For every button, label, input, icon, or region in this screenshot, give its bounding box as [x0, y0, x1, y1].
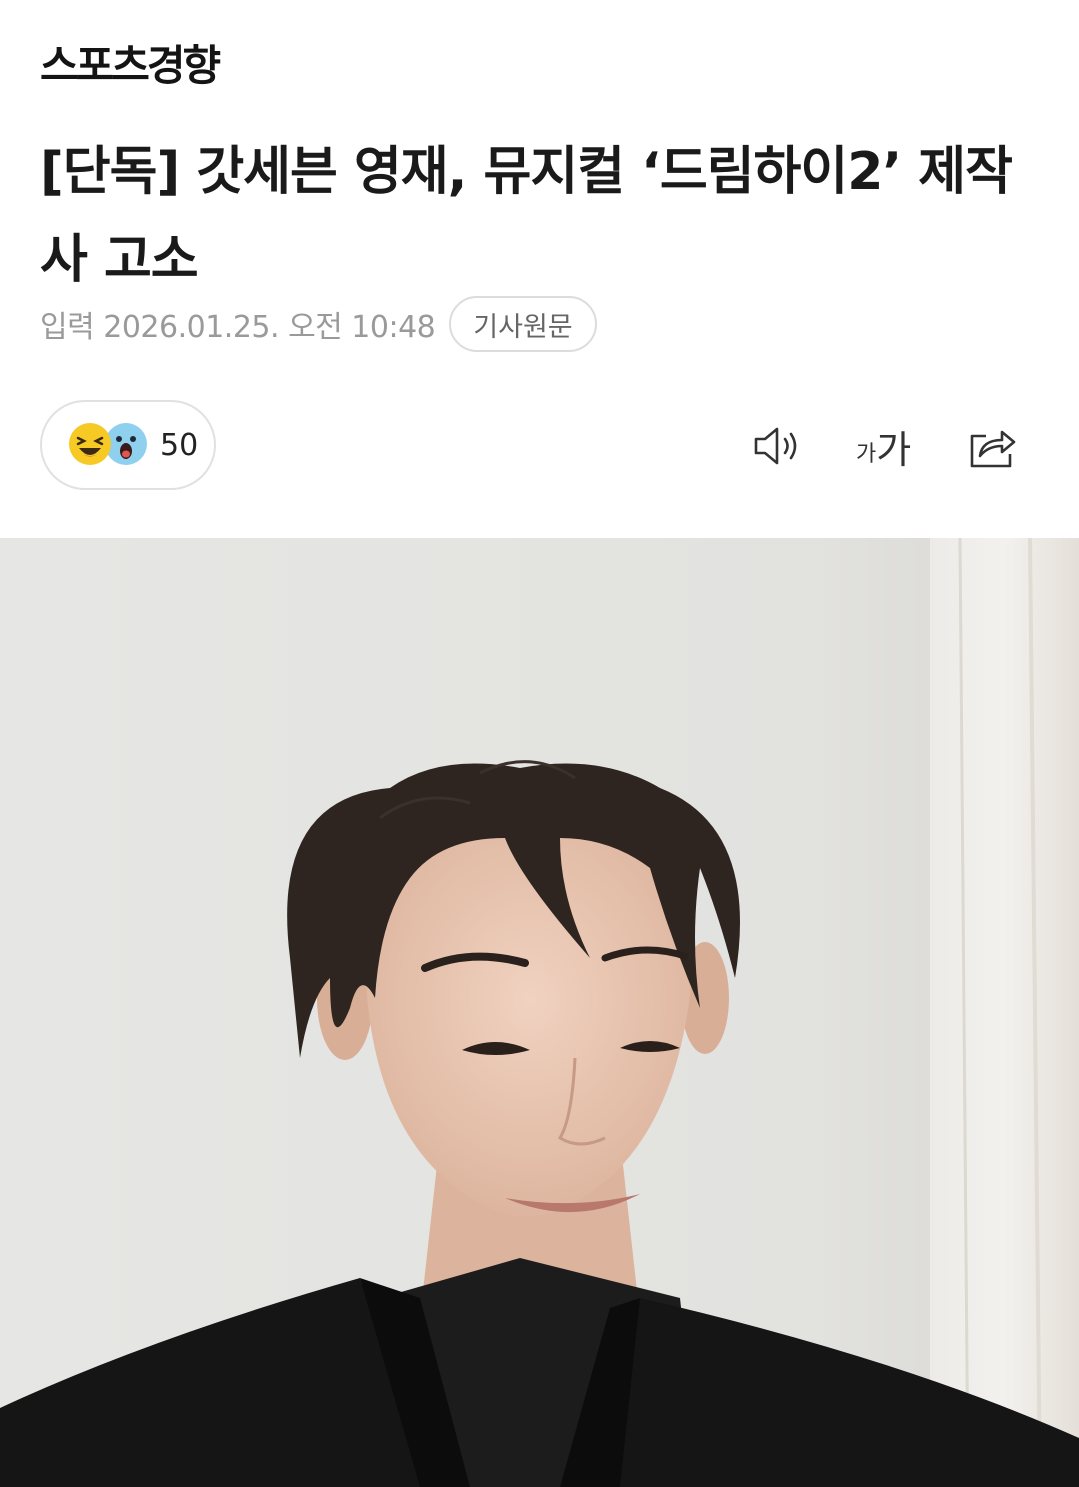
reaction-count: 50 — [160, 427, 199, 463]
brand-logo[interactable]: 스포츠경향 — [40, 38, 221, 94]
article-meta: 입력 2026.01.25. 오전 10:48 기사원문 — [40, 294, 597, 354]
reaction-button[interactable]: 50 — [40, 400, 216, 490]
article-title: [단독] 갓세븐 영재, 뮤지컬 ‘드림하이2’ 제작 사 고소 — [40, 128, 1040, 304]
share-button[interactable] — [966, 418, 1018, 474]
speaker-button[interactable] — [752, 418, 804, 474]
font-big-glyph: 가 — [876, 427, 912, 472]
font-small-glyph: 가 — [856, 442, 877, 467]
article-title-line-2: 사 고소 — [40, 230, 199, 290]
portrait-image — [0, 538, 1079, 1487]
site-header: 스포츠경향 — [40, 38, 221, 94]
reaction-emojis — [68, 422, 152, 468]
share-icon — [970, 430, 1016, 468]
article-photo — [0, 538, 1079, 1487]
article-title-line-1: [단독] 갓세븐 영재, 뮤지컬 ‘드림하이2’ 제작 — [40, 142, 1013, 202]
original-article-button[interactable]: 기사원문 — [449, 296, 597, 352]
speaker-icon — [754, 427, 797, 465]
article-toolbar: 가 가 — [740, 418, 1040, 474]
laughing-emoji-icon — [69, 423, 111, 465]
font-size-button[interactable]: 가 가 — [856, 418, 911, 474]
published-date: 입력 2026.01.25. 오전 10:48 — [40, 310, 436, 345]
